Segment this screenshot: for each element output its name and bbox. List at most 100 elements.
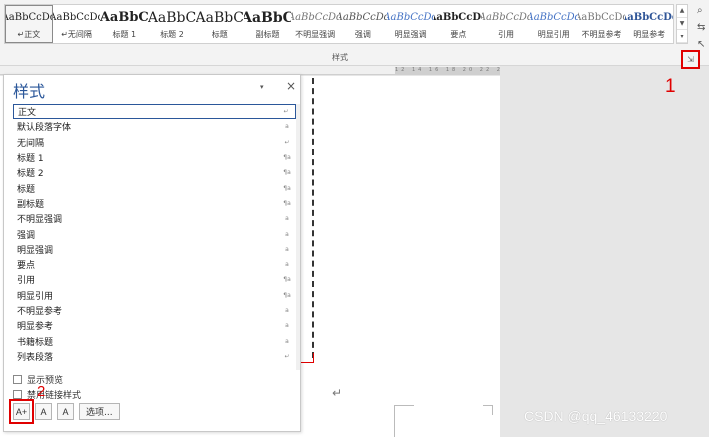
style-type-icon: a: [285, 307, 289, 314]
disable-linked-option[interactable]: 禁用链接样式: [13, 388, 81, 401]
styles-pane: 样式 ▾ × 正文 ↵ 默认段落字体 a 无间隔 ↵ 标题 1 ¶a 标题 2 ¶a 标题 ¶a 副标题…: [3, 74, 301, 432]
style-tile-label: 不明显参考: [581, 30, 622, 39]
style-list-item[interactable]: 要点 a: [13, 257, 296, 272]
style-type-icon: a: [285, 123, 289, 131]
style-tile[interactable]: AaBbC 标题 2: [148, 5, 196, 43]
style-inspector-button[interactable]: A: [35, 403, 52, 420]
style-type-icon: a: [285, 230, 289, 238]
style-list: 正文 ↵ 默认段落字体 a 无间隔 ↵ 标题 1 ¶a 标题 2 ¶a 标题 ¶a 副标题 ¶a 不明显强调…: [13, 104, 296, 370]
style-list-item[interactable]: 不明显强调 a: [13, 211, 296, 226]
style-tile-preview: AaBbCcDd: [482, 12, 530, 23]
style-type-icon: ↵: [284, 352, 290, 360]
style-type-icon: a: [285, 215, 289, 223]
style-tile-name: ↵无间隔: [61, 29, 92, 40]
style-list-item-label: 强调: [17, 230, 36, 241]
style-tile-label: 标题 1: [112, 30, 137, 39]
style-type-icon: a: [285, 337, 289, 345]
style-tile-preview: AaBbCcDd: [52, 12, 101, 23]
ribbon-styles-group: AaBbCcDd↵正文AaBbCcDd↵无间隔AaBbC标题 1AaBbC标题 …: [0, 0, 709, 66]
style-tile[interactable]: AaBbCcDd 明显引用: [530, 5, 578, 43]
style-list-item[interactable]: 列表段落 ↵: [13, 349, 296, 364]
page-corner-mark-right: [483, 405, 493, 415]
new-style-button[interactable]: A+: [9, 399, 34, 424]
style-type-icon: ¶a: [283, 291, 291, 299]
style-list-item[interactable]: 默认段落字体 a: [13, 119, 296, 134]
style-tile-preview: AaBbCcDd: [291, 12, 339, 23]
style-tile-name: 不明显强调: [295, 29, 335, 40]
style-list-item[interactable]: 标题 2 ¶a: [13, 165, 296, 180]
manage-styles-button[interactable]: A: [57, 403, 74, 420]
styles-dialog-launcher-button[interactable]: ⇲: [681, 50, 700, 69]
style-type-icon: a: [285, 261, 289, 269]
style-tile-name: 明显引用: [538, 29, 570, 40]
style-tile[interactable]: AaBbCcDd 不明显强调: [291, 5, 339, 43]
style-tile-name: 标题: [212, 29, 228, 40]
style-type-icon: a: [285, 322, 289, 330]
style-list-item[interactable]: 不明显参考 a: [13, 303, 296, 318]
style-tile-preview: AaBbC: [148, 10, 196, 26]
style-list-scrollbar[interactable]: [296, 104, 300, 370]
style-list-item[interactable]: 明显引用 ¶a: [13, 288, 296, 303]
style-list-item[interactable]: 明显参考 a: [13, 318, 296, 333]
replace-icon[interactable]: ⇆: [697, 19, 709, 36]
style-tile-name: 不明显参考: [581, 29, 621, 40]
style-tile[interactable]: AaBbC 标题: [196, 5, 244, 43]
style-type-icon: ↵: [284, 138, 290, 146]
paragraph-mark: ↵: [332, 386, 343, 400]
annotation-1: 1: [665, 76, 676, 97]
disable-linked-checkbox[interactable]: [13, 390, 22, 399]
style-type-icon: ¶a: [283, 276, 291, 284]
style-tile[interactable]: AaBbCcDd 引用: [482, 5, 530, 43]
gallery-scroll-down-icon[interactable]: ▼: [677, 18, 687, 31]
style-tile-preview: AaBbC: [243, 10, 292, 26]
style-list-item-label: 标题 2: [17, 169, 44, 180]
style-tile[interactable]: AaBbCcDd ↵正文: [5, 5, 53, 43]
style-list-item[interactable]: 正文 ↵: [13, 104, 296, 120]
show-preview-checkbox[interactable]: [13, 375, 22, 384]
style-tile[interactable]: AaBbCcDd ↵无间隔: [53, 5, 101, 43]
manage-styles-icon: A: [62, 406, 69, 417]
ruler-ticks: 12 14 16 18 20 22 24 26 28 30 32: [395, 67, 500, 74]
options-button[interactable]: 选项...: [79, 403, 120, 420]
style-tile-label: 标题 2: [160, 30, 184, 39]
style-tile-name: 要点: [450, 29, 466, 40]
pane-close-icon[interactable]: ×: [286, 79, 296, 93]
style-list-item-label: 默认段落字体: [17, 123, 72, 134]
style-tile-label: 标题: [211, 30, 228, 39]
style-list-item-label: 列表段落: [17, 352, 54, 363]
style-type-icon: ¶a: [283, 184, 291, 192]
style-tile[interactable]: AaBbCcDd 明显参考: [625, 5, 673, 43]
find-icon[interactable]: ⌕: [697, 2, 709, 19]
style-list-item[interactable]: 无间隔 ↵: [13, 135, 296, 150]
style-tile[interactable]: AaBbCcDd 不明显参考: [578, 5, 626, 43]
style-list-item[interactable]: 副标题 ¶a: [13, 196, 296, 211]
style-tile[interactable]: AaBbC 副标题: [244, 5, 292, 43]
gallery-more-icon[interactable]: ▾: [677, 30, 687, 44]
style-tile-name: 副标题: [255, 29, 279, 40]
style-tile[interactable]: AaBbCcDd 要点: [434, 5, 482, 43]
style-list-item[interactable]: 强调 a: [13, 226, 296, 241]
style-type-icon: ¶a: [283, 154, 291, 162]
margin-guide: [312, 78, 314, 358]
style-tile-label: 强调: [354, 30, 371, 39]
style-tile-label: 正文: [24, 30, 41, 39]
style-type-icon: ¶a: [283, 169, 291, 177]
style-tile[interactable]: AaBbCcDd 明显强调: [387, 5, 435, 43]
style-tile-label: 明显强调: [394, 30, 427, 39]
pane-options-dropdown-icon[interactable]: ▾: [260, 83, 264, 91]
style-list-item-label: 明显引用: [17, 291, 54, 302]
style-tile-preview: AaBbCcDd: [530, 12, 578, 23]
style-list-item[interactable]: 引用 ¶a: [13, 272, 296, 287]
style-tile-name: ↵正文: [18, 29, 41, 40]
style-list-item[interactable]: 明显强调 a: [13, 242, 296, 257]
style-tile[interactable]: AaBbCcDd 强调: [339, 5, 387, 43]
style-tile-label: 要点: [450, 30, 467, 39]
style-list-item[interactable]: 标题 ¶a: [13, 180, 296, 195]
style-type-icon: ¶a: [283, 199, 291, 207]
gallery-scroll-up-icon[interactable]: ▲: [677, 5, 687, 18]
style-tile[interactable]: AaBbC 标题 1: [100, 5, 148, 43]
style-list-item[interactable]: 标题 1 ¶a: [13, 150, 296, 165]
style-tile-preview: AaBbCcDd: [434, 12, 482, 23]
style-list-item[interactable]: 书籍标题 a: [13, 333, 296, 348]
style-tile-name: 引用: [498, 29, 514, 40]
